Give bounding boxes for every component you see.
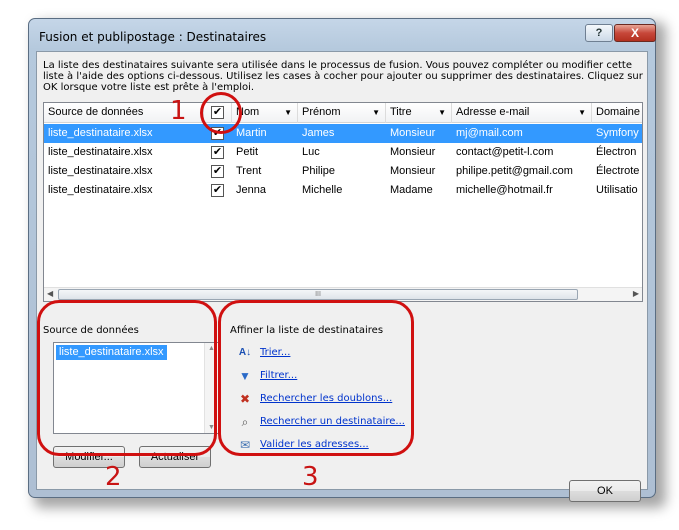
cell-domaine: Électrote [596,165,640,177]
column-header-label: Domaine [596,106,641,118]
column-header-label: Prénom [302,106,341,118]
cell-source: liste_destinataire.xlsx [48,165,153,177]
cell-domaine: Utilisatio [596,184,638,196]
column-header-email[interactable]: Adresse e-mail ▼ [452,103,592,123]
row-checkbox[interactable]: ✔ [211,165,224,178]
sort-arrow-icon: ▼ [284,108,292,117]
annotation-number-2: 2 [105,462,122,492]
table-header: Source de données ✔ Nom ▼ Prénom ▼ Titre… [44,103,642,123]
cell-email: contact@petit-l.com [456,146,554,158]
window-title: Fusion et publipostage : Destinataires [39,30,267,44]
column-header-label: Source de données [48,106,144,118]
scrollbar-thumb[interactable]: III [58,289,578,300]
close-button[interactable]: X [614,24,656,42]
annotation-box-2 [37,300,217,456]
cell-email: michelle@hotmail.fr [456,184,553,196]
horizontal-scrollbar[interactable]: ◀ III ▶ [44,287,642,301]
cell-domaine: Symfony [596,127,639,139]
column-header-prenom[interactable]: Prénom ▼ [298,103,386,123]
cell-prenom: James [302,127,335,139]
help-button[interactable]: ? [585,24,613,42]
ok-button[interactable]: OK [569,480,641,502]
cell-email: philipe.petit@gmail.com [456,165,573,177]
cell-prenom: Philipe [302,165,336,177]
cell-source: liste_destinataire.xlsx [48,127,153,139]
cell-titre: Monsieur [390,165,436,177]
column-header-label: Titre [390,106,412,118]
recipients-table: Source de données ✔ Nom ▼ Prénom ▼ Titre… [43,102,643,302]
column-header-domaine[interactable]: Domaine [592,103,642,123]
cell-titre: Monsieur [390,127,436,139]
cell-email: mj@mail.com [456,127,523,139]
column-header-label: Adresse e-mail [456,106,530,118]
column-header-titre[interactable]: Titre ▼ [386,103,452,123]
cell-nom: Petit [236,146,259,158]
sort-arrow-icon: ▼ [372,108,380,117]
cell-prenom: Michelle [302,184,343,196]
cell-nom: Martin [236,127,267,139]
cell-nom: Trent [236,165,262,177]
scroll-left-icon[interactable]: ◀ [47,289,53,298]
table-row[interactable]: liste_destinataire.xlsx ✔ Trent Philipe … [44,162,642,181]
row-checkbox[interactable]: ✔ [211,146,224,159]
row-checkbox[interactable]: ✔ [211,184,224,197]
instructions-text: La liste des destinataires suivante sera… [43,60,643,93]
table-row[interactable]: liste_destinataire.xlsx ✔ Petit Luc Mons… [44,143,642,162]
table-row[interactable]: liste_destinataire.xlsx ✔ Jenna Michelle… [44,181,642,200]
table-row[interactable]: liste_destinataire.xlsx ✔ Martin James M… [44,124,642,143]
cell-nom: Jenna [236,184,266,196]
annotation-number-3: 3 [302,462,319,492]
scroll-right-icon[interactable]: ▶ [633,289,639,298]
cell-titre: Madame [390,184,433,196]
cell-prenom: Luc [302,146,320,158]
sort-arrow-icon: ▼ [578,108,586,117]
cell-domaine: Électron [596,146,637,158]
sort-arrow-icon: ▼ [438,108,446,117]
cell-source: liste_destinataire.xlsx [48,146,153,158]
cell-source: liste_destinataire.xlsx [48,184,153,196]
annotation-circle-1 [200,92,242,134]
annotation-number-1: 1 [170,96,187,126]
cell-titre: Monsieur [390,146,436,158]
annotation-box-3 [218,300,414,456]
